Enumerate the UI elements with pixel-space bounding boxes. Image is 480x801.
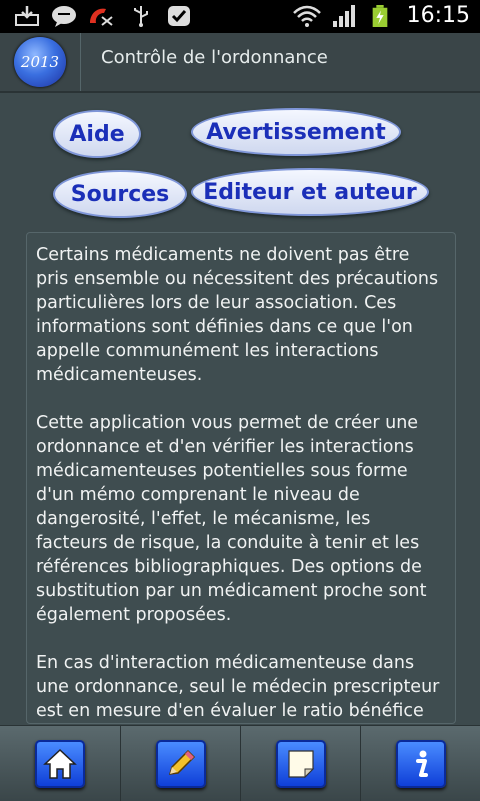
usb-icon <box>134 6 148 27</box>
aide-button[interactable]: Aide <box>53 110 141 158</box>
wifi-icon <box>293 5 321 27</box>
note-button[interactable] <box>276 739 326 788</box>
download-icon <box>15 6 39 26</box>
home-tab[interactable] <box>0 726 120 801</box>
info-button[interactable] <box>396 739 446 788</box>
app-logo[interactable]: 2013 <box>14 37 66 87</box>
home-icon <box>43 748 77 779</box>
page-title: Contrôle de l'ordonnance <box>101 47 328 68</box>
signal-icon <box>333 5 355 27</box>
info-tab[interactable] <box>361 726 480 801</box>
note-tab[interactable] <box>241 726 361 801</box>
pencil-icon <box>168 749 196 775</box>
sources-button[interactable]: Sources <box>53 170 187 218</box>
note-icon <box>288 749 315 778</box>
status-bar: 16:15 <box>0 0 480 33</box>
bottom-toolbar <box>0 725 480 801</box>
description-panel[interactable]: Certains médicaments ne doivent pas être… <box>26 232 456 724</box>
home-button[interactable] <box>35 739 85 788</box>
paragraph-intro: Certains médicaments ne doivent pas être… <box>36 245 439 385</box>
avertissement-button[interactable]: Avertissement <box>191 108 401 156</box>
battery-charging-icon <box>372 5 388 27</box>
task-icon <box>168 6 190 26</box>
title-divider <box>80 33 81 91</box>
info-icon <box>416 750 428 777</box>
missed-call-icon <box>90 8 113 26</box>
edit-button[interactable] <box>156 739 206 788</box>
title-bar: 2013 Contrôle de l'ordonnance <box>0 33 480 93</box>
paragraph-warning: En cas d'interaction médicamenteuse dans… <box>36 653 440 721</box>
edit-tab[interactable] <box>121 726 241 801</box>
clock: 16:15 <box>406 3 470 28</box>
chat-icon <box>52 6 76 27</box>
paragraph-features: Cette application vous permet de créer u… <box>36 413 427 625</box>
editeur-auteur-button[interactable]: Editeur et auteur <box>191 168 429 216</box>
